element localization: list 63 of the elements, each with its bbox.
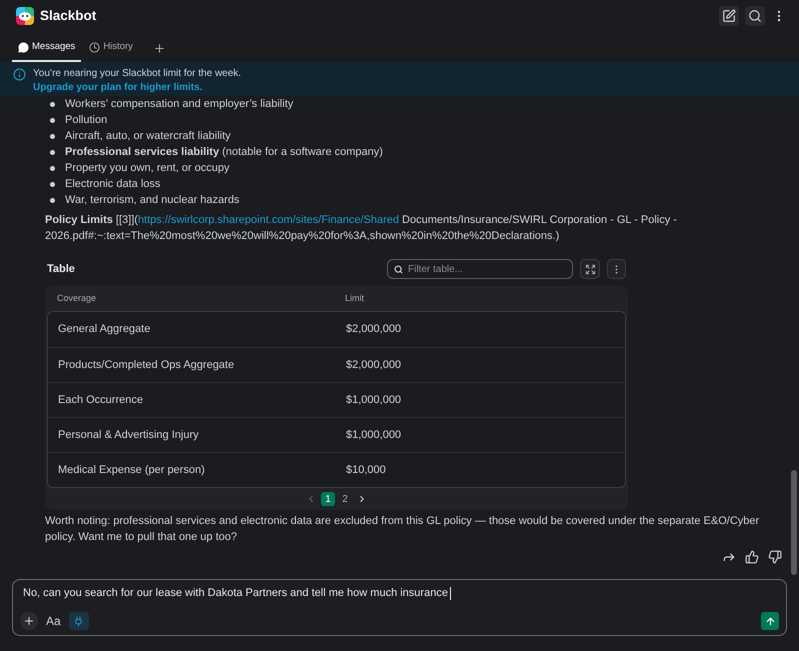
- info-icon: [13, 68, 26, 81]
- table-cell-text: Each Occurrence: [57, 392, 144, 408]
- table-cell-text: Products/Completed Ops Aggregate: [57, 358, 236, 373]
- table-menu-button[interactable]: [607, 259, 626, 279]
- table-cell-text: General Aggregate: [57, 322, 152, 338]
- scrollbar-thumb[interactable]: [791, 470, 797, 575]
- filter-field[interactable]: Filter table...: [387, 259, 573, 279]
- page-button[interactable]: 1: [321, 492, 335, 506]
- table-cell-text: $2,000,000: [345, 358, 402, 373]
- compose-button[interactable]: [719, 6, 739, 26]
- app-title: Slackbot: [40, 9, 96, 23]
- message-input[interactable]: No, can you search for our lease with Dakota Partners and tell me how much insurance: [13, 580, 786, 601]
- bullet-icon: [50, 134, 55, 138]
- bullet-icon: [50, 102, 55, 106]
- thumbs-down-icon: [768, 550, 782, 564]
- column-header: Coverage: [56, 292, 98, 305]
- page-button[interactable]: 2: [338, 492, 352, 506]
- policy-limits-text: Policy Limits [[3]](https://swirlcorp.sharepoint.com/sites/Finance/Shared Documents/Insurance/SWIRL Corporation - GL - Policy - 2026.pdf#:~:text=The%20most%20we%20will%20pay%20for%3A,shown%20in%20the%20Declarations.): [45, 213, 678, 244]
- search-button[interactable]: [745, 6, 765, 26]
- chat-bubble-icon: [18, 42, 29, 52]
- banner-message: You’re nearing your Slackbot limit for the week.: [33, 67, 242, 81]
- list-item-text: War, terrorism, and nuclear hazards: [65, 193, 240, 208]
- plus-icon: [23, 615, 35, 627]
- list-item-text: Electronic data loss: [65, 177, 160, 192]
- list-item-text: Aircraft, auto, or watercraft liability: [65, 129, 231, 144]
- plus-icon: [152, 42, 166, 54]
- table-title: Table: [46, 262, 75, 277]
- search-icon: [394, 264, 403, 274]
- expand-icon: [584, 264, 596, 274]
- app-logo-icon: [16, 7, 34, 25]
- send-button[interactable]: [761, 612, 779, 630]
- thumbs-up-icon: [745, 550, 759, 564]
- bullet-icon: [50, 150, 55, 154]
- table-cell-text: Medical Expense (per person): [57, 462, 206, 478]
- list-item-text: Workers’ compensation and employer’s liability: [65, 97, 294, 112]
- clock-icon: [89, 42, 100, 52]
- bullet-icon: [50, 198, 55, 202]
- table-cell-text: $1,000,000: [345, 428, 402, 443]
- arrow-up-icon: [764, 616, 776, 626]
- plug-icon: [73, 616, 84, 626]
- table-cell-text: $1,000,000: [345, 392, 402, 408]
- list-item-text: Professional services liability (notable for a software company): [65, 145, 383, 160]
- upgrade-link[interactable]: Upgrade your plan for higher limits.: [33, 81, 242, 95]
- thumbs-up-button[interactable]: [744, 549, 760, 565]
- list-item-text: Property you own, rent, or occupy: [65, 161, 230, 176]
- tool-toggle-button[interactable]: [68, 612, 89, 630]
- add-button[interactable]: [20, 612, 38, 630]
- note-text: Worth noting: professional services and electronic data are excluded from this GL policy — those would be covered under the separate E&O/Cyber policy. Want me to pull that one up too?: [45, 514, 760, 545]
- column-header: Limit: [344, 292, 366, 305]
- bullet-icon: [50, 118, 55, 122]
- expand-button[interactable]: [580, 259, 600, 279]
- thumbs-down-button[interactable]: [767, 549, 783, 565]
- table-cell-text: Personal & Advertising Injury: [57, 428, 200, 443]
- formatting-button[interactable]: Aa: [44, 612, 63, 630]
- table-cell-text: $2,000,000: [345, 322, 402, 338]
- bullet-icon: [50, 166, 55, 170]
- search-icon: [748, 9, 762, 23]
- bullet-icon: [50, 182, 55, 186]
- list-item-text: Pollution: [65, 113, 108, 128]
- compose-icon: [722, 9, 736, 23]
- table-cell-text: $10,000: [345, 462, 387, 478]
- tab[interactable]: History: [83, 32, 139, 62]
- source-link[interactable]: https://swirlcorp.sharepoint.com/sites/Finance/Shared: [138, 214, 399, 226]
